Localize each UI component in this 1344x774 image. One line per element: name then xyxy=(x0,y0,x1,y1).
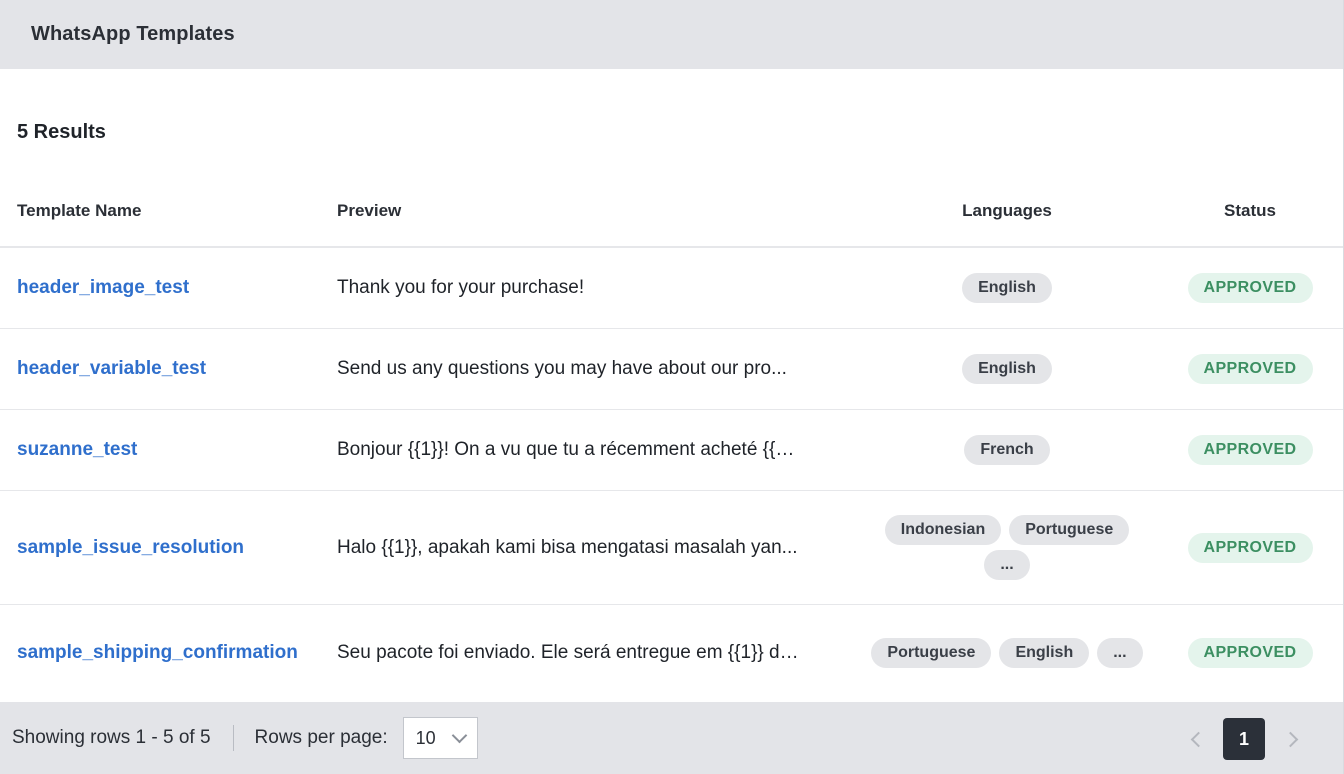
language-chip: Indonesian xyxy=(884,515,1002,545)
status-badge: APPROVED xyxy=(1187,532,1313,563)
status-cell: APPROVED xyxy=(1157,532,1343,563)
chevron-right-icon xyxy=(1282,731,1298,747)
preview-cell: Halo {{1}}, apakah kami bisa mengatasi m… xyxy=(337,537,857,559)
status-cell: APPROVED xyxy=(1157,435,1343,465)
column-header-status[interactable]: Status xyxy=(1157,201,1343,221)
preview-text: Thank you for your purchase! xyxy=(337,277,585,298)
table-footer: Showing rows 1 - 5 of 5 Rows per page: 1… xyxy=(0,702,1343,774)
column-header-preview[interactable]: Preview xyxy=(337,201,857,221)
status-cell: APPROVED xyxy=(1157,638,1343,668)
status-cell: APPROVED xyxy=(1157,354,1343,384)
preview-cell: Seu pacote foi enviado. Ele será entregu… xyxy=(337,642,857,664)
language-chip: Portuguese xyxy=(871,638,992,668)
column-header-languages[interactable]: Languages xyxy=(857,201,1157,221)
template-name-link[interactable]: header_variable_test xyxy=(17,358,206,379)
preview-text: Bonjour {{1}}! On a vu que tu a récemmen… xyxy=(337,439,799,460)
template-name-cell: header_image_test xyxy=(0,277,337,299)
status-badge: APPROVED xyxy=(1187,273,1313,303)
pagination: 1 xyxy=(1175,718,1313,760)
preview-cell: Bonjour {{1}}! On a vu que tu a récemmen… xyxy=(337,439,857,461)
footer-divider xyxy=(232,725,234,751)
more-languages-chip[interactable]: ... xyxy=(984,550,1030,580)
templates-table: Template Name Preview Languages Status h… xyxy=(0,176,1343,701)
preview-text: Halo {{1}}, apakah kami bisa mengatasi m… xyxy=(337,536,798,558)
template-name-link[interactable]: sample_issue_resolution xyxy=(17,537,244,558)
language-chip: English xyxy=(999,638,1090,668)
results-count: 5 Results xyxy=(17,121,106,143)
showing-rows-text: Showing rows 1 - 5 of 5 xyxy=(12,727,211,748)
preview-cell: Thank you for your purchase! xyxy=(337,277,857,299)
template-name-cell: sample_shipping_confirmation xyxy=(0,642,337,664)
language-chip: Portuguese xyxy=(1009,515,1130,545)
template-name-cell: suzanne_test xyxy=(0,439,337,461)
preview-text: Send us any questions you may have about… xyxy=(337,358,787,379)
template-name-link[interactable]: header_image_test xyxy=(17,277,189,298)
languages-cell: French xyxy=(857,435,1157,465)
template-name-cell: sample_issue_resolution xyxy=(0,537,337,559)
table-row[interactable]: header_variable_test Send us any questio… xyxy=(0,329,1343,410)
page-button-current[interactable]: 1 xyxy=(1223,718,1265,760)
language-chip: English xyxy=(962,273,1052,303)
table-row[interactable]: header_image_test Thank you for your pur… xyxy=(0,248,1343,329)
more-languages-chip[interactable]: ... xyxy=(1097,638,1143,668)
table-header-row: Template Name Preview Languages Status xyxy=(0,176,1343,248)
next-page-button[interactable] xyxy=(1271,718,1313,760)
page-title: WhatsApp Templates xyxy=(31,23,235,45)
status-badge: APPROVED xyxy=(1187,435,1313,465)
table-row[interactable]: sample_issue_resolution Halo {{1}}, apak… xyxy=(0,491,1343,605)
status-badge: APPROVED xyxy=(1187,354,1313,384)
languages-cell: Indonesian Portuguese ... xyxy=(857,515,1157,580)
preview-text: Seu pacote foi enviado. Ele será entregu… xyxy=(337,642,799,663)
languages-cell: English xyxy=(857,273,1157,303)
language-chip: English xyxy=(962,354,1052,384)
template-name-cell: header_variable_test xyxy=(0,358,337,380)
language-chip: French xyxy=(964,435,1050,465)
status-cell: APPROVED xyxy=(1157,273,1343,303)
chevron-left-icon xyxy=(1190,731,1206,747)
template-name-link[interactable]: suzanne_test xyxy=(17,439,137,460)
table-row[interactable]: suzanne_test Bonjour {{1}}! On a vu que … xyxy=(0,410,1343,491)
previous-page-button[interactable] xyxy=(1175,718,1217,760)
title-bar: WhatsApp Templates xyxy=(0,0,1343,69)
column-header-template-name[interactable]: Template Name xyxy=(0,201,337,221)
rows-per-page-label: Rows per page: xyxy=(254,727,388,748)
languages-cell: Portuguese English ... xyxy=(857,638,1157,668)
rows-per-page-select[interactable]: 10 xyxy=(402,717,478,759)
app-window: WhatsApp Templates 5 Results Template Na… xyxy=(0,0,1344,774)
rows-per-page-value: 10 xyxy=(415,727,436,748)
table-row[interactable]: sample_shipping_confirmation Seu pacote … xyxy=(0,605,1343,701)
template-name-link[interactable]: sample_shipping_confirmation xyxy=(17,642,298,663)
chevron-down-icon xyxy=(451,727,467,743)
status-badge: APPROVED xyxy=(1187,638,1313,668)
preview-cell: Send us any questions you may have about… xyxy=(337,358,857,380)
languages-cell: English xyxy=(857,354,1157,384)
